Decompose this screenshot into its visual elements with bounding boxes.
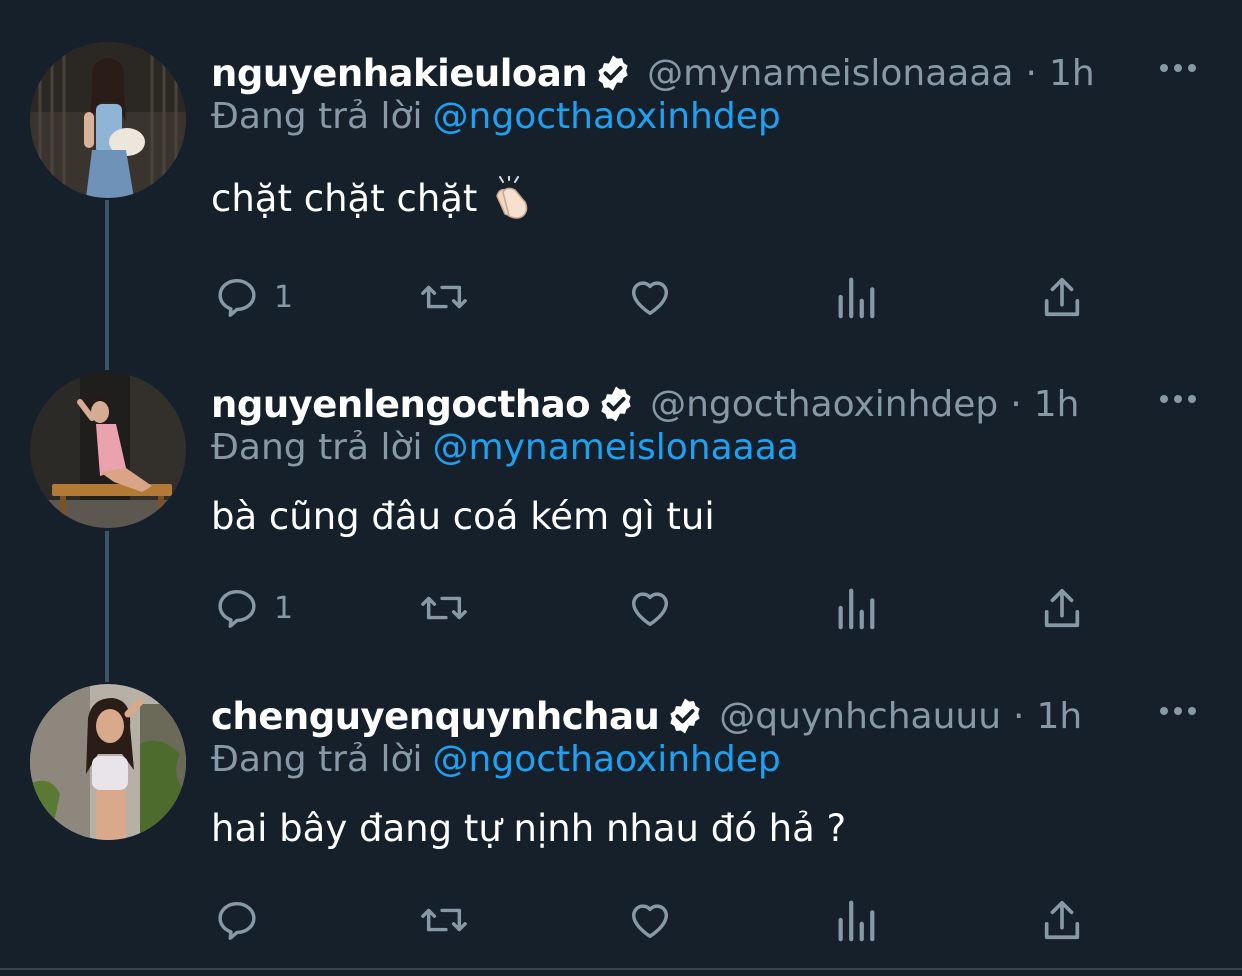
timestamp[interactable]: 1h [1036,696,1082,737]
user-handle[interactable]: @mynameislonaaaa [647,53,1013,94]
replying-to-label: Đang trả lời [211,739,423,780]
more-options-icon[interactable] [1158,387,1198,415]
more-options-icon[interactable] [1158,699,1198,727]
retweet-button[interactable] [416,894,472,946]
more-options-icon[interactable] [1158,56,1198,84]
reply-button[interactable]: 1 [214,271,293,323]
analytics-button[interactable] [836,271,876,323]
reply-button[interactable] [214,894,274,946]
display-name[interactable]: nguyenhakieuloan [211,52,588,95]
like-icon [626,585,674,631]
reply-icon [214,585,260,631]
tweet-text-content: hai bây đang tự nịnh nhau đó hả ? [211,807,847,850]
mention-link[interactable]: @mynameislonaaaa [433,427,799,468]
tweet-text-content: chặt chặt chặt [211,176,478,220]
reply-icon [214,897,260,943]
share-icon [1040,897,1084,943]
tweet[interactable]: nguyenhakieuloan @mynameislonaaaa · 1h Đ… [0,0,1242,319]
retweet-icon [416,585,472,631]
verified-badge-icon [596,384,636,424]
reply-icon [214,274,260,320]
like-button[interactable] [626,271,674,323]
retweet-icon [416,274,472,320]
display-name[interactable]: nguyenlengocthao [211,383,591,426]
replying-to: Đang trả lời @ngocthaoxinhdep [211,739,781,780]
share-button[interactable] [1040,582,1084,634]
replying-to: Đang trả lời @ngocthaoxinhdep [211,96,781,137]
tweet-text-content: bà cũng đâu coá kém gì tui [211,495,715,538]
analytics-button[interactable] [836,894,876,946]
reply-count: 1 [274,279,294,315]
replying-to-label: Đang trả lời [211,427,423,468]
share-button[interactable] [1040,271,1084,323]
clapping-hands-emoji-icon [489,176,533,220]
tweet-header: nguyenhakieuloan @mynameislonaaaa · 1h [211,48,1095,98]
analytics-icon [836,274,876,320]
tweet-header: chenguyenquynhchau @quynhchauuu · 1h [211,691,1082,741]
user-handle[interactable]: @quynhchauuu [719,696,1001,737]
separator: · [1010,383,1022,425]
retweet-icon [416,897,472,943]
tweet-actions: 1 [0,582,1242,634]
tweet-actions [0,894,1242,946]
share-icon [1040,274,1084,320]
analytics-icon [836,897,876,943]
analytics-icon [836,585,876,631]
tweet-text: bà cũng đâu coá kém gì tui [211,495,715,538]
separator: · [1013,695,1025,737]
reply-count: 1 [274,590,294,626]
verified-badge-icon [593,53,633,93]
tweet-actions: 1 [0,271,1242,323]
replying-to-label: Đang trả lời [211,96,423,137]
like-button[interactable] [626,894,674,946]
like-icon [626,897,674,943]
analytics-button[interactable] [836,582,876,634]
mention-link[interactable]: @ngocthaoxinhdep [433,739,781,780]
share-button[interactable] [1040,894,1084,946]
tweet[interactable]: nguyenlengocthao @ngocthaoxinhdep · 1h Đ… [0,331,1242,643]
avatar[interactable] [30,684,186,840]
tweet-header: nguyenlengocthao @ngocthaoxinhdep · 1h [211,379,1079,429]
user-handle[interactable]: @ngocthaoxinhdep [650,384,998,425]
mention-link[interactable]: @ngocthaoxinhdep [433,96,781,137]
separator: · [1025,52,1037,94]
tweet-text: chặt chặt chặt [211,176,533,220]
avatar[interactable] [30,42,186,198]
like-button[interactable] [626,582,674,634]
replying-to: Đang trả lời @mynameislonaaaa [211,427,799,468]
display-name[interactable]: chenguyenquynhchau [211,695,660,738]
divider [0,968,1242,970]
verified-badge-icon [665,696,705,736]
tweet[interactable]: chenguyenquynhchau @quynhchauuu · 1h Đan… [0,643,1242,955]
retweet-button[interactable] [416,582,472,634]
like-icon [626,274,674,320]
retweet-button[interactable] [416,271,472,323]
share-icon [1040,585,1084,631]
tweet-text: hai bây đang tự nịnh nhau đó hả ? [211,807,846,850]
avatar[interactable] [30,372,186,528]
reply-button[interactable]: 1 [214,582,293,634]
timestamp[interactable]: 1h [1034,384,1080,425]
timestamp[interactable]: 1h [1049,53,1095,94]
